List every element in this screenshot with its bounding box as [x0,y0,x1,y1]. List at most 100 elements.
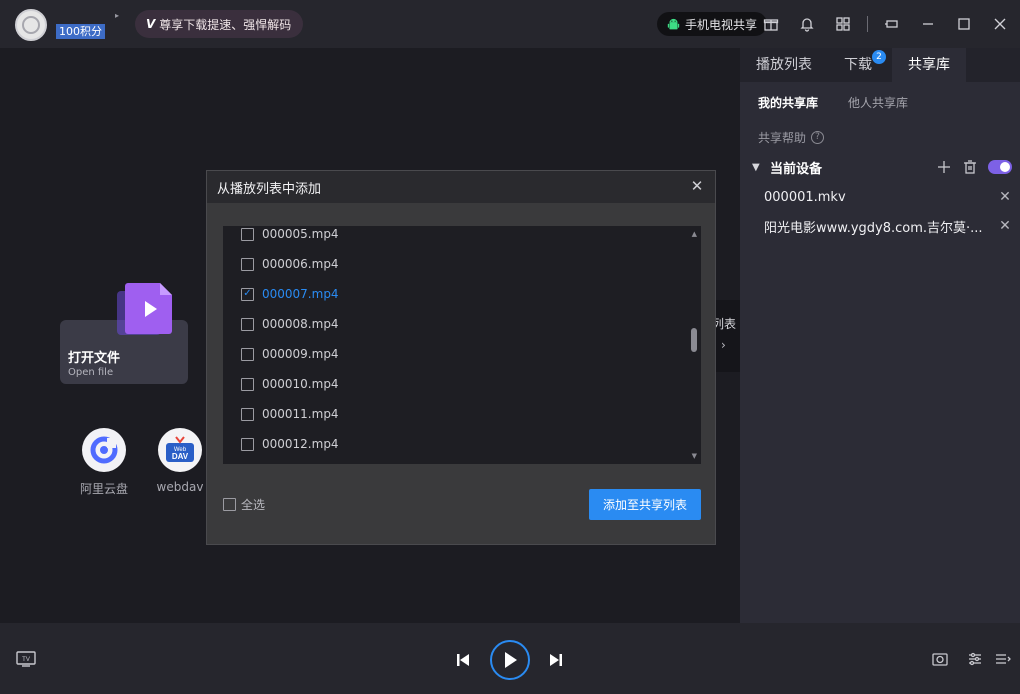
subtab-others-library[interactable]: 他人共享库 [848,94,908,111]
share-toggle[interactable] [988,160,1012,174]
subtab-my-library[interactable]: 我的共享库 [758,94,818,111]
svg-text:TV: TV [22,657,30,663]
remove-icon[interactable]: ✕ [998,218,1012,234]
webdav-label: webdav [156,480,204,494]
select-all-label: 全选 [241,498,266,512]
trash-icon[interactable] [962,159,978,175]
add-to-shared-list-button[interactable]: 添加至共享列表 [589,489,701,520]
tab-playlist[interactable]: 播放列表 [740,48,828,82]
title-bar: 100积分 ▸ V 尊享下载提速、强悍解码 手机电视共享 [0,0,1020,48]
share-help-link[interactable]: 共享帮助 ? [758,129,825,146]
checkbox[interactable] [241,257,254,271]
file-name: 000010.mp4 [262,377,339,391]
tab-shared-library[interactable]: 共享库 [892,48,966,82]
aliyun-drive-icon [82,428,126,472]
bell-icon[interactable] [795,12,819,36]
checkbox[interactable] [241,407,254,421]
collapse-caret-icon[interactable]: ▼ [752,162,770,173]
close-window-icon[interactable] [988,12,1012,36]
avatar[interactable] [15,9,47,41]
webdav-badge-bottom: DAV [172,452,189,461]
checkbox[interactable] [241,437,254,451]
window-controls [747,12,1012,36]
aliyun-drive-label: 阿里云盘 [79,482,128,496]
file-name: 000012.mp4 [262,437,339,451]
list-item[interactable]: 000009.mp4 [241,344,339,364]
list-item[interactable]: 000006.mp4 [241,254,339,274]
scroll-thumb[interactable] [691,328,697,352]
points-label[interactable]: 100积分 [56,24,105,39]
close-icon[interactable]: ✕ [689,178,705,194]
current-device-title: 当前设备 [770,161,823,177]
vip-icon: V [146,17,156,31]
playlist-popout-label: 列表 [712,317,737,331]
file-list[interactable]: 000005.mp4 000006.mp4 ✓ 000007.mp4 00000… [223,226,701,464]
screenshot-icon[interactable] [930,649,950,669]
file-name: 000006.mp4 [262,257,339,271]
download-count-badge: 2 [872,50,886,64]
panel-tabs: 播放列表 下载 2 共享库 [740,48,1020,82]
remove-icon[interactable]: ✕ [998,189,1012,205]
shared-item-name: 阳光电影www.ygdy8.com.吉尔莫·... [764,220,983,236]
play-button[interactable] [490,640,530,680]
file-name: 000011.mp4 [262,407,339,421]
dialog-header: 从播放列表中添加 ✕ [207,171,715,203]
list-item[interactable]: 000010.mp4 [241,374,339,394]
checkbox[interactable] [241,377,254,391]
checkbox[interactable] [241,227,254,241]
maximize-icon[interactable] [952,12,976,36]
add-from-playlist-dialog: 从播放列表中添加 ✕ 000005.mp4 000006.mp4 ✓ 00000… [206,170,716,545]
current-device-row: ▼ 当前设备 [752,156,1012,178]
open-file-subtitle: Open file [68,367,114,378]
checkbox[interactable] [241,347,254,361]
scroll-down-icon[interactable]: ▼ [692,452,697,460]
scroll-up-icon[interactable]: ▲ [692,230,697,238]
tv-icon[interactable]: TV [15,650,37,668]
settings-icon[interactable] [965,649,985,669]
file-name: 000007.mp4 [262,287,339,301]
checkbox[interactable] [241,317,254,331]
select-all-checkbox[interactable]: 全选 [223,496,265,513]
gift-icon[interactable] [759,12,783,36]
video-file-icon [117,283,172,335]
list-item[interactable]: 000011.mp4 [241,404,339,424]
minimize-icon[interactable] [916,12,940,36]
checkbox-checked[interactable]: ✓ [241,287,254,301]
question-icon: ? [811,131,825,144]
shared-item[interactable]: 阳光电影www.ygdy8.com.吉尔莫·... ✕ [764,216,1012,236]
open-file-title: 打开文件 [68,351,121,366]
webdav-button[interactable]: Web DAV webdav [150,428,210,494]
vip-promo-button[interactable]: V 尊享下载提速、强悍解码 [135,10,303,38]
app-window: 100积分 ▸ V 尊享下载提速、强悍解码 手机电视共享 打开文件 Open f… [0,0,1020,694]
aliyun-drive-button[interactable]: 阿里云盘 [74,428,134,497]
list-item[interactable]: ✓ 000007.mp4 [241,284,339,304]
list-item[interactable]: 000005.mp4 [241,226,339,244]
device-actions [936,159,1012,175]
user-menu-caret-icon[interactable]: ▸ [115,11,119,20]
chevron-right-icon: › [721,338,726,352]
library-subtabs: 我的共享库 他人共享库 [758,94,908,111]
toolbar-divider [867,16,868,32]
webdav-icon: Web DAV [158,428,202,472]
share-help-label: 共享帮助 [758,131,807,145]
android-icon [667,18,680,29]
vip-promo-label: 尊享下载提速、强悍解码 [159,17,292,32]
previous-track-icon[interactable] [454,651,472,669]
grid-menu-icon[interactable] [831,12,855,36]
file-name: 000009.mp4 [262,347,339,361]
mini-mode-icon[interactable] [880,12,904,36]
list-item[interactable]: 000012.mp4 [241,434,339,454]
playlist-toggle-icon[interactable] [993,649,1013,669]
tab-download[interactable]: 下载 2 [828,48,892,82]
tab-download-label: 下载 [844,57,872,73]
add-icon[interactable] [936,159,952,175]
file-name: 000005.mp4 [262,227,339,241]
playback-bar: TV [0,623,1020,694]
list-scrollbar[interactable]: ▲ ▼ [691,230,697,460]
next-track-icon[interactable] [547,651,565,669]
right-panel: 播放列表 下载 2 共享库 我的共享库 他人共享库 共享帮助 ? ▼ 当前设备 … [740,48,1020,623]
list-item[interactable]: 000008.mp4 [241,314,339,334]
shared-item[interactable]: 000001.mkv ✕ [764,187,1012,207]
file-name: 000008.mp4 [262,317,339,331]
checkbox[interactable] [223,498,236,511]
